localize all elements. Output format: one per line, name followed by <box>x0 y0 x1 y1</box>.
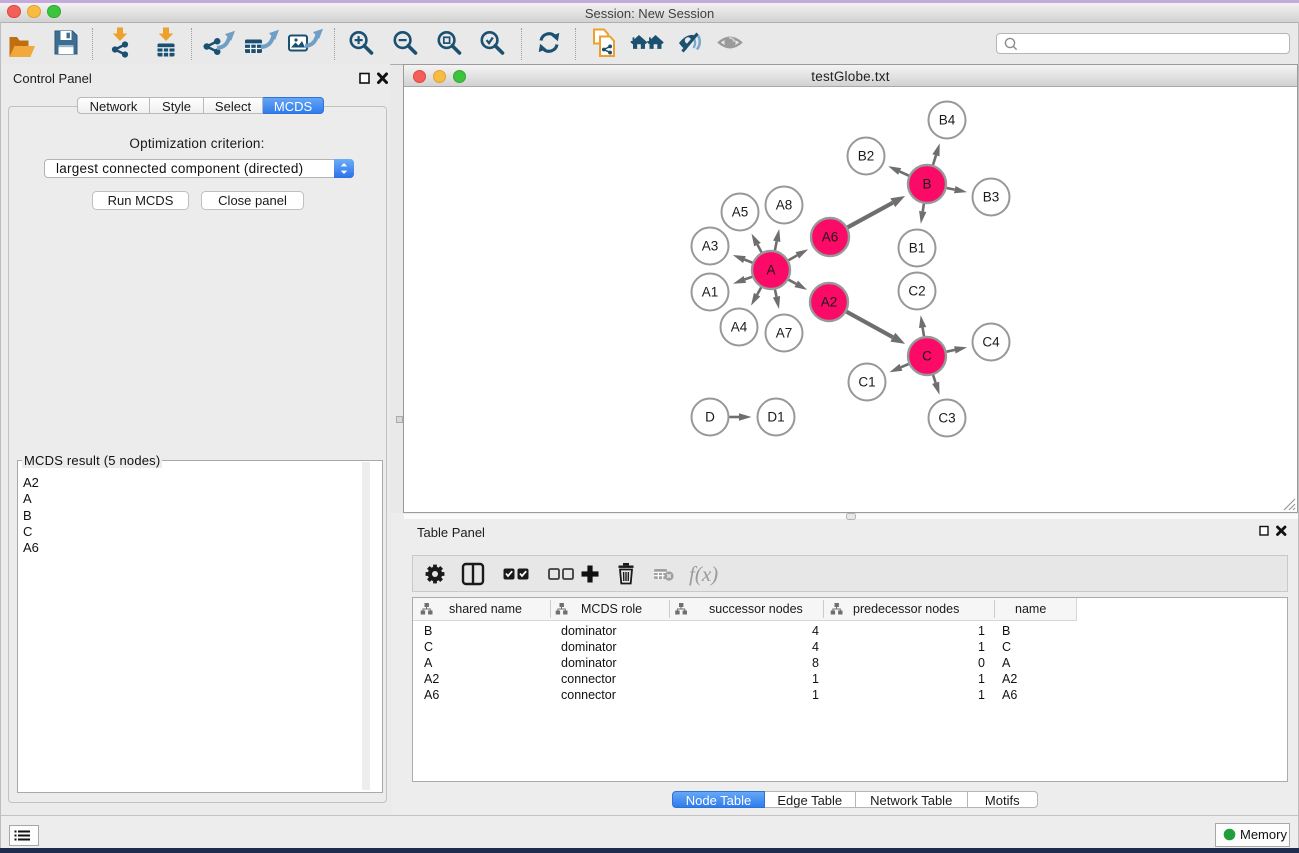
svg-text:B1: B1 <box>909 241 926 256</box>
svg-text:A1: A1 <box>702 285 719 300</box>
svg-text:A2: A2 <box>821 295 838 310</box>
svg-text:A4: A4 <box>731 320 748 335</box>
svg-text:A: A <box>766 263 775 278</box>
svg-text:A3: A3 <box>702 239 719 254</box>
svg-text:A7: A7 <box>776 326 793 341</box>
svg-text:f(x): f(x) <box>689 562 718 586</box>
svg-text:D: D <box>705 410 715 425</box>
svg-text:B: B <box>922 177 931 192</box>
svg-text:C4: C4 <box>982 335 1000 350</box>
svg-text:C1: C1 <box>858 375 875 390</box>
svg-text:B3: B3 <box>983 190 1000 205</box>
svg-text:C2: C2 <box>908 284 925 299</box>
svg-text:C: C <box>922 349 932 364</box>
svg-text:A5: A5 <box>732 205 749 220</box>
svg-text:B2: B2 <box>858 149 875 164</box>
svg-text:A8: A8 <box>776 198 793 213</box>
svg-text:A6: A6 <box>822 230 839 245</box>
svg-text:D1: D1 <box>767 410 784 425</box>
svg-text:C3: C3 <box>938 411 955 426</box>
svg-text:B4: B4 <box>939 113 956 128</box>
